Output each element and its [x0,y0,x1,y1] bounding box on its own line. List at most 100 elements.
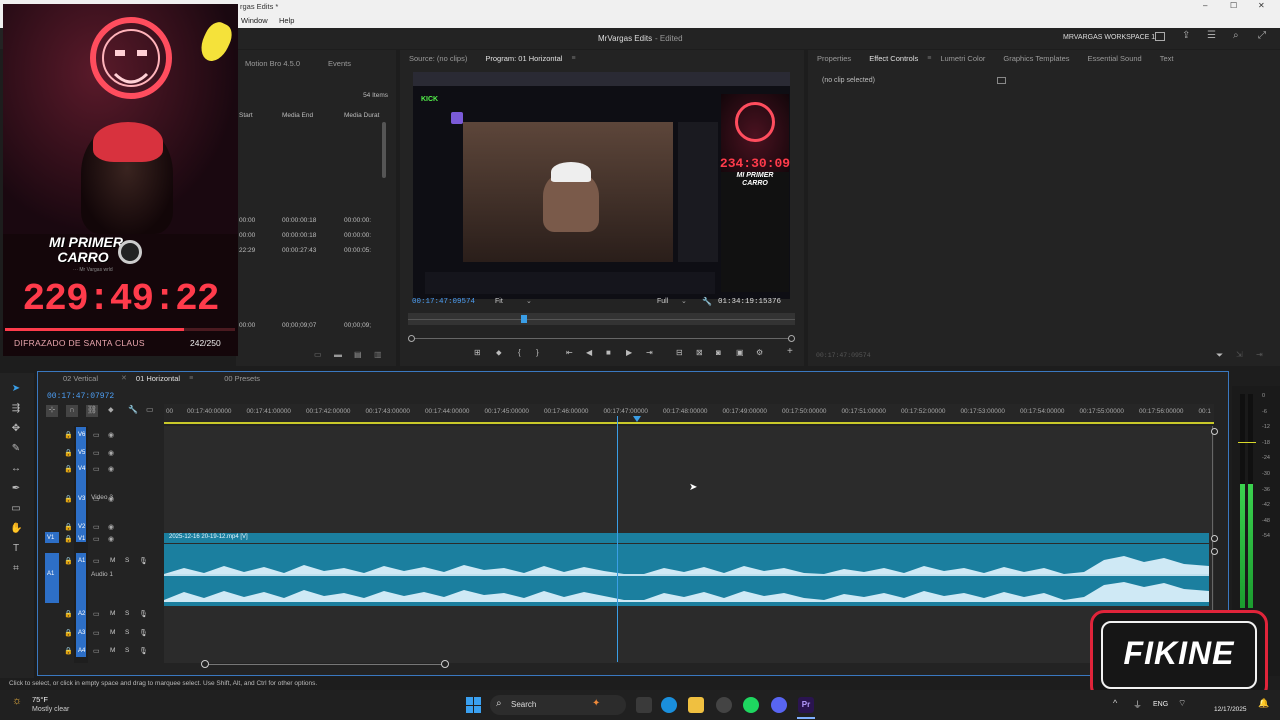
nest-icon[interactable]: ⊹ [46,405,58,417]
zoom-handle-left[interactable] [408,335,415,342]
menu-help[interactable]: Help [279,16,294,25]
mic-icon[interactable]: 🎙 [139,647,148,655]
lock-icon[interactable]: 🔒 [64,431,73,439]
marker-icon[interactable]: ⬥ [496,348,502,358]
mute-button[interactable]: M [110,610,115,617]
scroll-handle[interactable] [1211,548,1218,555]
scroll-handle[interactable] [1211,428,1218,435]
tab-01-horizontal[interactable]: 01 Horizontal [127,374,189,383]
extract-icon[interactable]: ⊠ [696,348,703,357]
snap-icon[interactable]: ∩ [66,405,78,417]
lift-icon[interactable]: ⊟ [676,348,683,357]
expand-icon[interactable]: ⤢ [1258,30,1266,41]
step-back-icon[interactable]: ◀ [586,348,592,357]
video-clip[interactable]: 2025-12-16 20-19-12.mp4 [V] [164,533,1209,543]
timeline-playhead[interactable] [617,416,618,662]
compare-icon[interactable]: ▣ [736,348,744,357]
list-icon[interactable]: ☰ [1207,30,1216,41]
sync-lock-icon[interactable]: ▭ [93,610,100,618]
program-current-time[interactable]: 00:17:47:09574 [412,298,475,306]
chevron-down-icon[interactable]: ⌄ [681,297,687,305]
tab-properties[interactable]: Properties [808,54,860,63]
solo-button[interactable]: S [125,629,129,636]
add-marker-icon[interactable]: ⬥ [108,405,114,415]
mute-button[interactable]: M [110,647,115,654]
quality-dropdown[interactable]: Full [657,298,668,305]
caption-icon[interactable]: ⌗ [10,563,22,575]
zoom-right-handle[interactable] [441,660,449,668]
scroll-handle[interactable] [1211,535,1218,542]
maximize-button[interactable]: ☐ [1230,1,1237,10]
program-playhead[interactable] [521,315,528,323]
pen-icon[interactable]: ✒ [10,483,22,495]
mark-in-icon[interactable]: { [518,348,521,357]
spotify-icon[interactable] [743,697,759,713]
track-select-icon[interactable]: ⇶ [10,403,22,415]
play-icon[interactable]: ▶ [626,348,632,357]
mute-button[interactable]: M [110,557,115,564]
search-icon[interactable]: ⌕ [1233,30,1239,41]
wifi-icon[interactable]: ⌔ [1178,698,1186,709]
chevron-down-icon[interactable]: ⌄ [526,297,532,305]
video3-name[interactable]: Video 3 [91,494,113,501]
scrollbar[interactable] [382,122,386,178]
slip-tool-icon[interactable]: ↔ [10,463,22,475]
export-icon[interactable]: ⇲ [1236,350,1243,359]
lock-icon[interactable]: 🔒 [64,647,73,655]
tab-graphics-templates[interactable]: Graphics Templates [994,54,1078,63]
zoom-scrollbar[interactable] [410,338,794,339]
lock-icon[interactable]: 🔒 [64,629,73,637]
weather-desc[interactable]: Mostly clear [32,706,69,713]
sync-lock-icon[interactable]: ▭ [93,465,100,473]
taskbar-date[interactable]: 12/17/2025 [1214,706,1247,713]
captions-icon[interactable]: ▭ [146,405,154,414]
notification-icon[interactable]: 🔔 [1258,698,1269,709]
sync-lock-icon[interactable]: ▭ [93,647,100,655]
mini-timeline-ruler[interactable] [408,313,795,325]
mute-button[interactable]: M [110,629,115,636]
task-view-icon[interactable] [636,697,652,713]
timeline-zoom-bar[interactable] [205,664,445,665]
tab-essential-sound[interactable]: Essential Sound [1079,54,1151,63]
eye-icon[interactable]: ◉ [108,449,114,457]
settings-icon[interactable]: ⚙ [756,348,763,357]
camera-icon[interactable]: ◙ [716,348,721,357]
eye-icon[interactable]: ◉ [108,523,114,531]
mark-out-icon[interactable]: } [536,348,539,357]
razor-icon[interactable]: ✎ [10,443,22,455]
taskbar-search[interactable]: ⌕ Search ✦ [490,695,626,715]
new-bin-icon[interactable]: ▬ [334,350,342,359]
lock-icon[interactable]: 🔒 [64,495,73,503]
col-media-duration[interactable]: Media Durat [344,112,379,119]
type-tool-icon[interactable]: T [10,543,22,555]
sync-lock-icon[interactable]: ▭ [93,535,100,543]
edge-icon[interactable] [661,697,677,713]
program-preview[interactable]: KICK 234:30:09 MI PRIMER CARRO [413,72,790,299]
sync-lock-icon[interactable]: ▭ [93,629,100,637]
eye-icon[interactable]: ◉ [108,535,114,543]
share-icon[interactable]: ⇪ [1182,30,1190,41]
tab-events[interactable]: Events [319,59,360,68]
solo-button[interactable]: S [125,557,129,564]
discord-icon[interactable] [771,697,787,713]
minimize-button[interactable]: – [1203,1,1207,10]
lock-icon[interactable]: 🔒 [64,449,73,457]
go-to-out-icon[interactable]: ⇥ [646,348,653,357]
col-start[interactable]: Start [239,112,253,119]
eye-icon[interactable]: ◉ [108,431,114,439]
sync-lock-icon[interactable]: ▭ [93,449,100,457]
stop-icon[interactable]: ■ [606,348,611,357]
close-button[interactable]: ✕ [1258,1,1265,10]
chrome-icon[interactable] [716,697,732,713]
new-item-icon[interactable]: ▤ [354,350,362,359]
lock-icon[interactable]: 🔒 [64,535,73,543]
workspace-name[interactable]: MRVARGAS WORKSPACE 1 [1063,34,1155,41]
timeline-settings-icon[interactable]: 🔧 [128,405,138,414]
file-explorer-icon[interactable] [688,697,704,713]
tab-02-vertical[interactable]: 02 Vertical [54,374,107,383]
lock-icon[interactable]: 🔒 [64,465,73,473]
col-media-end[interactable]: Media End [282,112,313,119]
sync-lock-icon[interactable]: ▭ [93,431,100,439]
tab-lumetri-color[interactable]: Lumetri Color [931,54,994,63]
audio-target-strip[interactable] [76,553,86,657]
